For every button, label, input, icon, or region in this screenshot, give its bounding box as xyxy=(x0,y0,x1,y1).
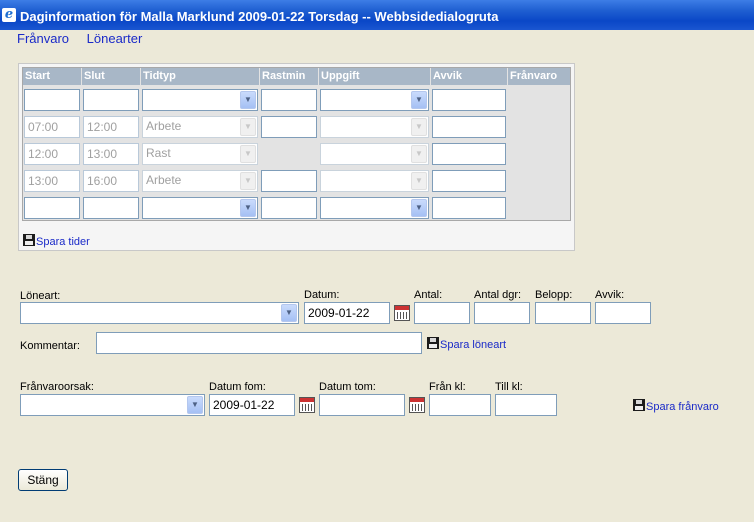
absence-reason-label: Frånvaroorsak: xyxy=(20,381,94,393)
from-time-label: Från kl: xyxy=(429,381,466,393)
start-input: 12:00 xyxy=(24,143,80,165)
window-titlebar: e Daginformation för Malla Marklund 2009… xyxy=(0,0,754,30)
chevron-down-icon: ▼ xyxy=(240,145,256,163)
top-nav: Frånvaro Lönearter xyxy=(17,31,156,46)
chevron-down-icon[interactable]: ▼ xyxy=(281,304,297,322)
deviation-input[interactable] xyxy=(432,116,506,138)
start-input[interactable] xyxy=(24,89,80,111)
save-icon xyxy=(23,234,35,246)
days-input[interactable] xyxy=(474,302,530,324)
break-min-input[interactable] xyxy=(261,116,317,138)
start-input: 07:00 xyxy=(24,116,80,138)
wage-deviation-input[interactable] xyxy=(595,302,651,324)
chevron-down-icon: ▼ xyxy=(411,172,427,190)
time-grid: Start Slut Tidtyp Rastmin Uppgift Avvik … xyxy=(22,67,571,221)
break-min-input[interactable] xyxy=(261,170,317,192)
chevron-down-icon: ▼ xyxy=(240,118,256,136)
end-input: 16:00 xyxy=(83,170,139,192)
window-title: Daginformation för Malla Marklund 2009-0… xyxy=(20,9,499,24)
save-times-link[interactable]: Spara tider xyxy=(36,236,90,248)
header-deviation: Avvik xyxy=(431,68,508,85)
days-label: Antal dgr: xyxy=(474,289,522,301)
comment-input[interactable] xyxy=(96,332,422,354)
absence-link[interactable]: Frånvaro xyxy=(17,31,69,46)
chevron-down-icon: ▼ xyxy=(240,172,256,190)
save-icon xyxy=(633,399,645,411)
chevron-down-icon: ▼ xyxy=(411,118,427,136)
header-time-type: Tidtyp xyxy=(141,68,260,85)
header-break-min: Rastmin xyxy=(260,68,319,85)
wage-type-select[interactable]: ▼ xyxy=(20,302,299,324)
time-type-value: Rast xyxy=(146,146,171,160)
task-select: ▼ xyxy=(320,143,429,165)
header-task: Uppgift xyxy=(319,68,431,85)
from-date-input[interactable]: 2009-01-22 xyxy=(209,394,295,416)
amount-label: Belopp: xyxy=(535,289,573,301)
chevron-down-icon[interactable]: ▼ xyxy=(411,199,427,217)
calendar-icon[interactable] xyxy=(409,397,425,413)
wage-types-link[interactable]: Lönearter xyxy=(87,31,143,46)
to-time-label: Till kl: xyxy=(495,381,523,393)
task-select: ▼ xyxy=(320,116,429,138)
absence-reason-select[interactable]: ▼ xyxy=(20,394,205,416)
close-button[interactable]: Stäng xyxy=(18,469,68,491)
time-type-select[interactable]: ▼ xyxy=(142,89,258,111)
wage-date-label: Datum: xyxy=(304,289,340,301)
deviation-input[interactable] xyxy=(432,143,506,165)
to-date-label: Datum tom: xyxy=(319,381,376,393)
start-input: 13:00 xyxy=(24,170,80,192)
header-start: Start xyxy=(23,68,82,85)
save-wage-link[interactable]: Spara löneart xyxy=(440,339,506,351)
amount-input[interactable] xyxy=(535,302,591,324)
time-type-select: Arbete ▼ xyxy=(142,170,258,192)
deviation-input[interactable] xyxy=(432,89,506,111)
chevron-down-icon: ▼ xyxy=(411,145,427,163)
task-select[interactable]: ▼ xyxy=(320,197,429,219)
task-select: ▼ xyxy=(320,170,429,192)
chevron-down-icon[interactable]: ▼ xyxy=(240,91,256,109)
save-absence-link[interactable]: Spara frånvaro xyxy=(646,401,719,413)
wage-deviation-label: Avvik: xyxy=(595,289,625,301)
quantity-input[interactable] xyxy=(414,302,470,324)
header-absence: Frånvaro xyxy=(510,70,558,82)
deviation-input[interactable] xyxy=(432,197,506,219)
end-input[interactable] xyxy=(83,89,139,111)
from-time-input[interactable] xyxy=(429,394,491,416)
wage-type-label: Löneart: xyxy=(20,290,61,302)
save-wage-button[interactable]: Spara löneart xyxy=(427,337,506,351)
end-input[interactable] xyxy=(83,197,139,219)
time-grid-header: Start Slut Tidtyp Rastmin Uppgift Avvik … xyxy=(23,68,570,85)
to-time-input[interactable] xyxy=(495,394,557,416)
time-type-select: Rast ▼ xyxy=(142,143,258,165)
break-min-input[interactable] xyxy=(261,89,317,111)
calendar-icon[interactable] xyxy=(299,397,315,413)
chevron-down-icon[interactable]: ▼ xyxy=(187,396,203,414)
comment-label: Kommentar: xyxy=(20,340,80,352)
time-type-select[interactable]: ▼ xyxy=(142,197,258,219)
time-grid-panel: Start Slut Tidtyp Rastmin Uppgift Avvik … xyxy=(18,63,575,251)
save-times-button[interactable]: Spara tider xyxy=(23,234,90,248)
time-type-select: Arbete ▼ xyxy=(142,116,258,138)
end-input: 13:00 xyxy=(83,143,139,165)
to-date-input[interactable] xyxy=(319,394,405,416)
from-date-label: Datum fom: xyxy=(209,381,266,393)
save-absence-button[interactable]: Spara frånvaro xyxy=(633,399,719,413)
wage-date-input[interactable]: 2009-01-22 xyxy=(304,302,390,324)
task-select[interactable]: ▼ xyxy=(320,89,429,111)
deviation-input[interactable] xyxy=(432,170,506,192)
break-min-input[interactable] xyxy=(261,197,317,219)
chevron-down-icon[interactable]: ▼ xyxy=(240,199,256,217)
time-type-value: Arbete xyxy=(146,119,182,133)
ie-icon: e xyxy=(2,8,16,22)
calendar-icon[interactable] xyxy=(394,305,410,321)
start-input[interactable] xyxy=(24,197,80,219)
save-icon xyxy=(427,337,439,349)
quantity-label: Antal: xyxy=(414,289,443,301)
time-type-value: Arbete xyxy=(146,173,182,187)
header-end: Slut xyxy=(82,68,141,85)
end-input: 12:00 xyxy=(83,116,139,138)
chevron-down-icon[interactable]: ▼ xyxy=(411,91,427,109)
